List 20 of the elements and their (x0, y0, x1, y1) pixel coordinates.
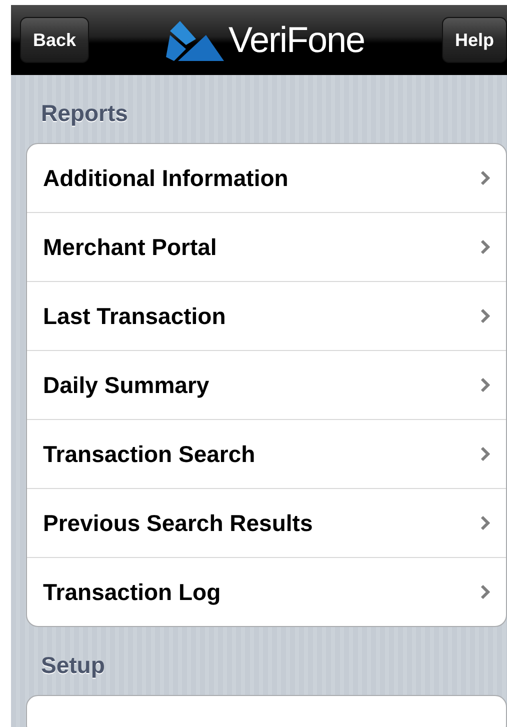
chevron-icon (480, 170, 490, 186)
section-title: Setup (40, 651, 106, 680)
list-item[interactable]: Last Transaction (27, 281, 506, 350)
list-item[interactable]: Daily Summary (27, 350, 506, 419)
back-button[interactable]: Back (20, 17, 90, 63)
list-item[interactable]: Previous Search Results (27, 488, 506, 557)
chevron-icon (480, 377, 490, 393)
logo-icon (166, 21, 226, 61)
list-item[interactable]: Additional Information (27, 144, 506, 212)
logo-text: VeriFone (228, 19, 365, 61)
section-title: Reports (40, 99, 129, 128)
chevron-icon (480, 308, 490, 324)
list-item[interactable]: Transaction Search (27, 419, 506, 488)
chevron-icon (480, 239, 490, 255)
list-item[interactable]: Merchant Portal (27, 212, 506, 281)
chevron-icon (480, 584, 490, 600)
chevron-icon (480, 515, 490, 531)
list-item[interactable]: Transaction Log (27, 557, 506, 626)
help-button[interactable]: Help (442, 17, 507, 63)
chevron-icon (480, 446, 490, 462)
